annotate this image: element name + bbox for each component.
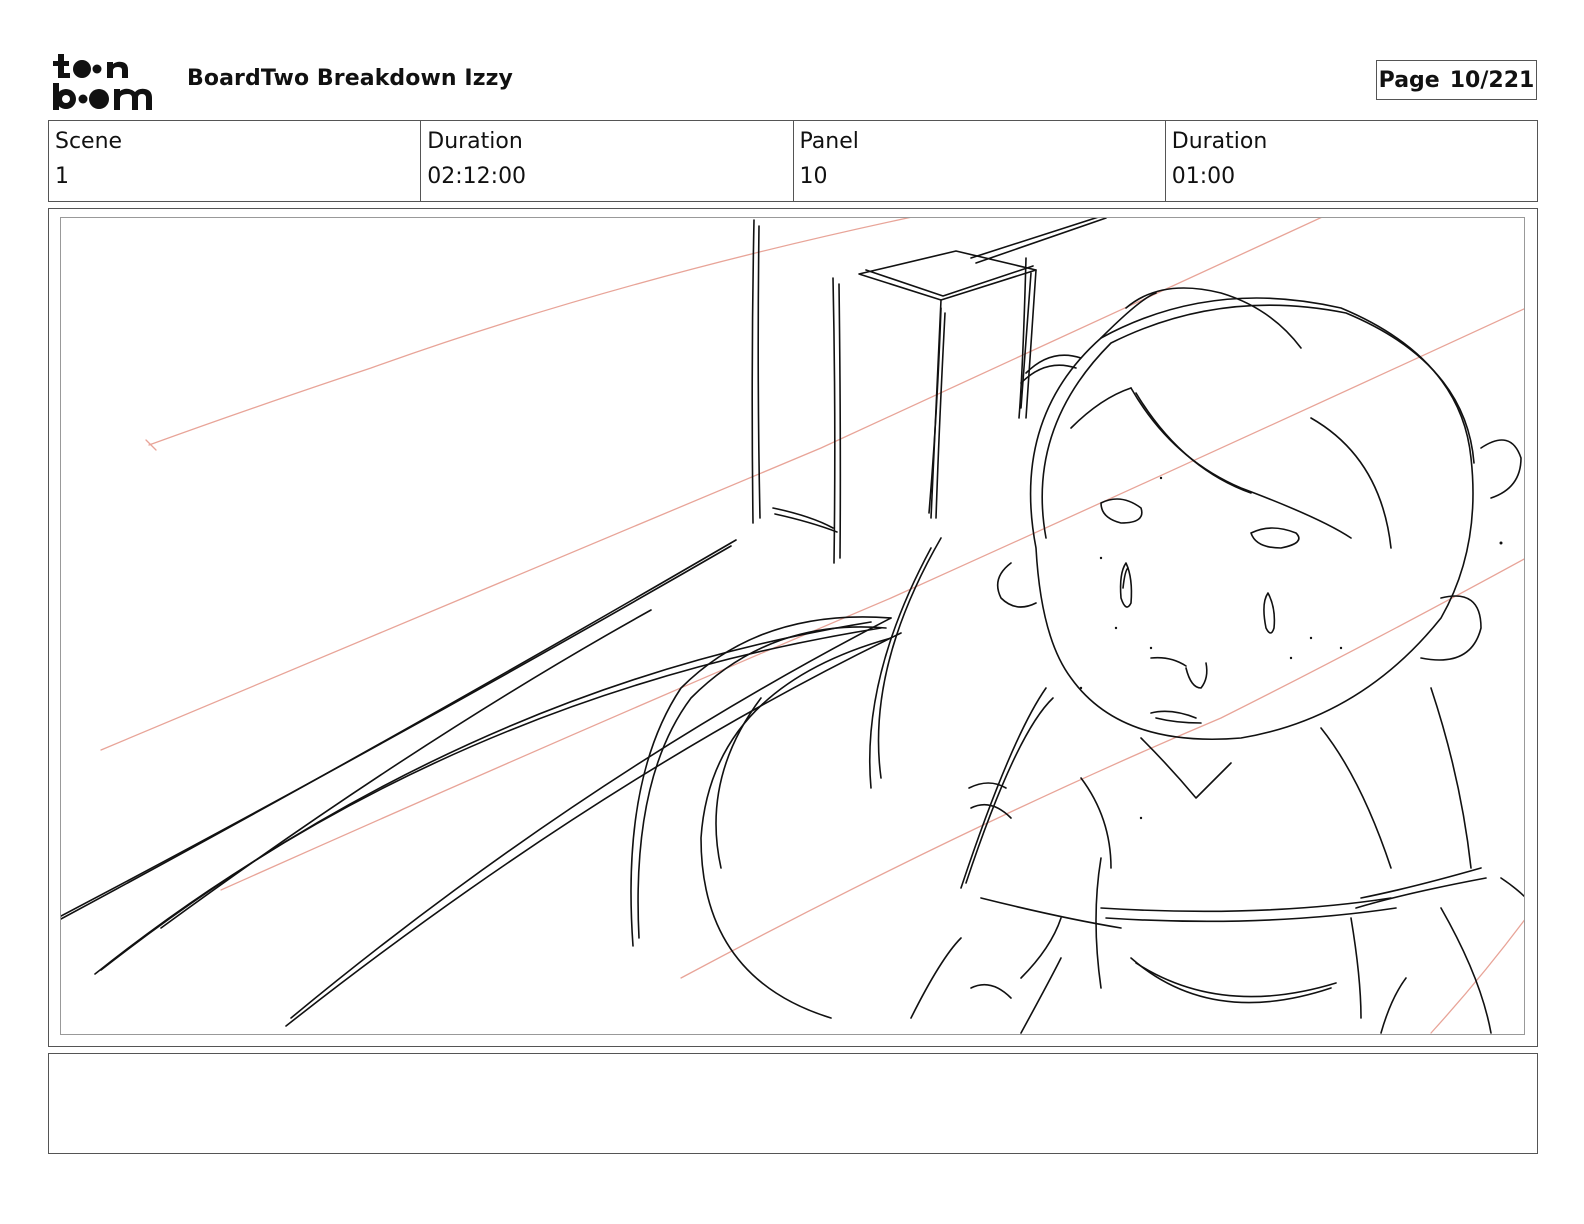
scene-duration-value: 02:12:00 xyxy=(427,164,527,189)
sketch-dots xyxy=(1079,476,1503,820)
project-title: BoardTwo Breakdown Izzy xyxy=(187,66,513,91)
toon-boom-logo xyxy=(53,54,152,110)
page-indicator: Page 10/221 xyxy=(1376,60,1537,100)
scene-label: Scene xyxy=(55,129,123,154)
panel-cell: Panel 10 xyxy=(792,121,1165,201)
scene-duration-cell: Duration 02:12:00 xyxy=(420,121,792,201)
page-label: Page xyxy=(1378,67,1440,93)
storyboard-panel-frame xyxy=(48,208,1538,1047)
panel-duration-label: Duration xyxy=(1171,129,1268,154)
storyboard-sketch xyxy=(61,218,1524,1034)
panel-info-table: Scene 1 Duration 02:12:00 Panel 10 Durat… xyxy=(48,120,1538,202)
panel-label: Panel xyxy=(799,129,859,154)
construction-lines xyxy=(100,218,1524,1034)
sketch-lines xyxy=(61,218,1524,1034)
dialogue-notes-box xyxy=(48,1053,1538,1154)
panel-duration-cell: Duration 01:00 xyxy=(1164,121,1537,201)
page-number: 10/221 xyxy=(1449,67,1535,93)
panel-value: 10 xyxy=(799,164,828,189)
scene-value: 1 xyxy=(55,164,69,189)
scene-duration-label: Duration xyxy=(427,129,523,154)
storyboard-panel-image xyxy=(60,217,1525,1035)
scene-cell: Scene 1 xyxy=(49,121,420,201)
panel-duration-value: 01:00 xyxy=(1171,164,1236,189)
